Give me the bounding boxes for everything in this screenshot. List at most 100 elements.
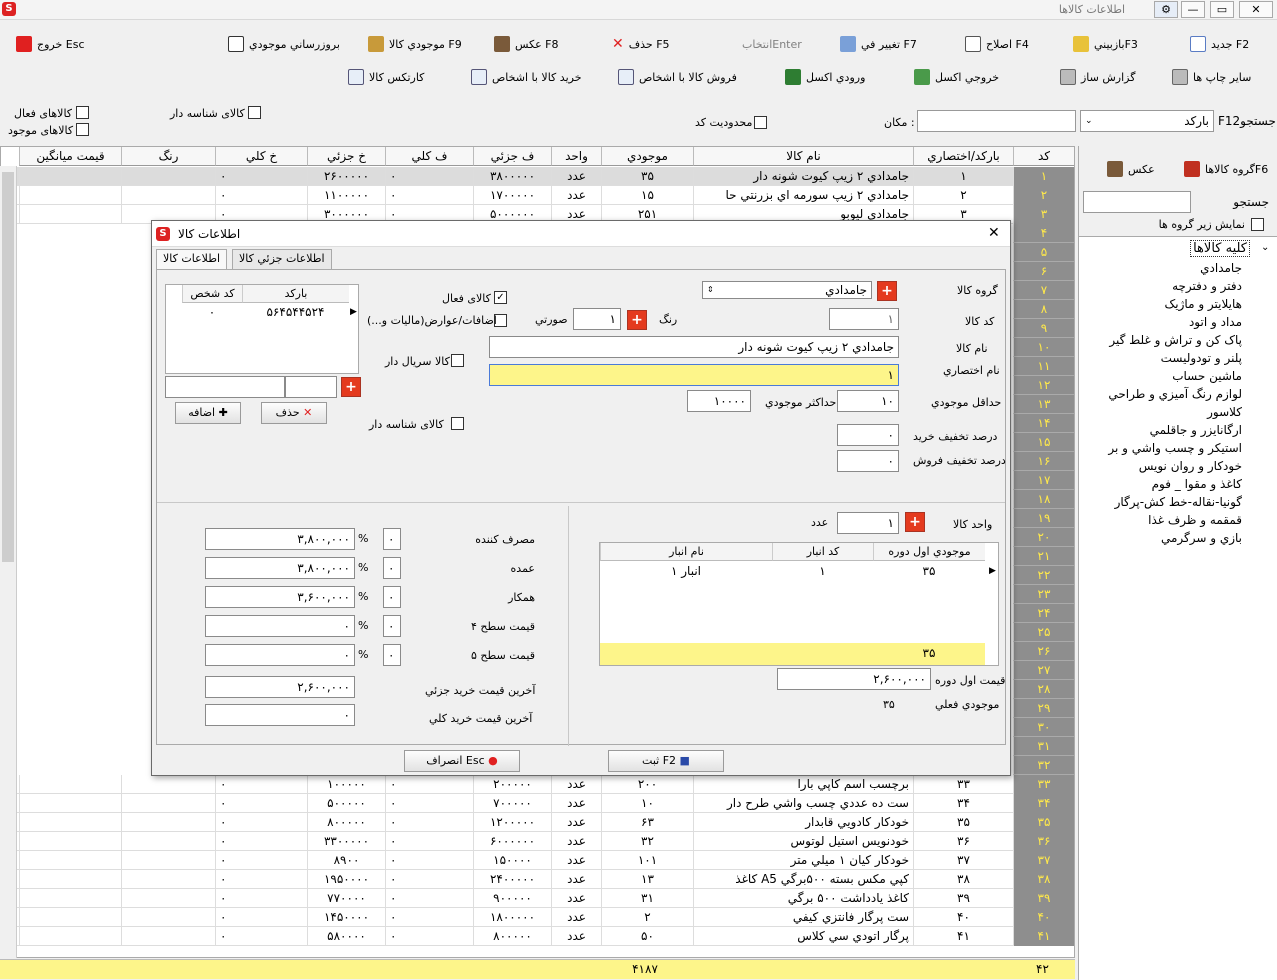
cell-color[interactable] [121,889,215,908]
tree-item[interactable]: ماشين حساب [1172,369,1242,383]
cell-avg[interactable] [19,205,121,224]
cell-unit[interactable]: عدد [551,167,601,186]
cell-kod[interactable]: ۲۸ [1013,680,1074,699]
cell-kod[interactable]: ۴۰ [1013,908,1074,927]
cell-kk[interactable]: ۰ [215,813,307,832]
cell-stock[interactable]: ۳۲ [601,832,693,851]
price-value-input[interactable]: ۳,۶۰۰,۰۰۰ [205,586,355,608]
stock-button[interactable]: موجودي كالا F9 [368,33,462,55]
cell-fj[interactable]: ۸۰۰۰۰۰ [473,927,551,946]
delete-button[interactable]: ✕ حذف F5 [612,33,670,55]
cell-name[interactable]: خودكار كادويي قابدار [693,813,913,832]
price-percent-input[interactable]: ۰ [383,528,401,550]
add-color-button[interactable]: + [627,310,647,330]
cell-kj[interactable]: ۱۹۵۰۰۰۰ [307,870,385,889]
tree-item[interactable]: ارگانايزر و جاقلمي [1150,423,1242,437]
expand-icon[interactable]: ⌄ [1261,242,1269,253]
cell-kod[interactable]: ۱۵ [1013,433,1074,452]
cell-avg[interactable] [19,927,121,946]
code-input[interactable]: ۱ [829,308,899,330]
cell-kod[interactable]: ۵ [1013,243,1074,262]
cardex-button[interactable]: كارتكس كالا [348,66,424,88]
sell-discount-input[interactable]: ۰ [837,450,899,472]
cell-barcode[interactable]: ۴۰ [913,908,1013,927]
cell-barcode[interactable]: ۳۹ [913,889,1013,908]
photo-button[interactable]: عكس F8 [494,33,559,55]
cell-unit[interactable]: عدد [551,813,601,832]
cell-kod[interactable]: ۳۲ [1013,756,1074,775]
cell-kod[interactable]: ۱۶ [1013,452,1074,471]
table-row[interactable]: ۳۸ ۳۸ كاغذ A5 كپي مكس بسته ۵۰۰برگي ۱۳ عدد ۲۴۰… [1,870,1074,889]
cell-barcode[interactable]: ۳۴ [913,794,1013,813]
cancel-button[interactable]: انصراف Esc ● [404,750,520,772]
cell-unit[interactable]: عدد [551,908,601,927]
cell-fj[interactable]: ۲۰۰۰۰۰ [473,775,551,794]
cell-avg[interactable] [19,813,121,832]
tab-goods-details[interactable]: اطلاعات جزئي كالا [232,249,332,269]
table-row[interactable]: ۴۱ ۴۱ پرگار اتودي سي كلاس ۵۰ عدد ۸۰۰۰۰۰ ۰ ۵۸۰۰۰… [1,927,1074,946]
cell-fk[interactable]: ۰ [385,870,473,889]
price-percent-input[interactable]: ۰ [383,644,401,666]
cell-kod[interactable]: ۷ [1013,281,1074,300]
cell-kod[interactable]: ۱۷ [1013,471,1074,490]
cell-fk[interactable]: ۰ [385,908,473,927]
cell-barcode[interactable]: ۳۶ [913,832,1013,851]
cell-unit[interactable]: عدد [551,851,601,870]
search-by-select[interactable]: ⌄ باركد [1080,110,1214,132]
cell-fj[interactable]: ۱۵۰۰۰۰ [473,851,551,870]
scrollbar-thumb[interactable] [2,172,14,562]
cell-kod[interactable]: ۳۱ [1013,737,1074,756]
add-group-button[interactable]: + [877,281,897,301]
price-value-input[interactable]: ۳,۸۰۰,۰۰۰ [205,557,355,579]
cell-color[interactable] [121,813,215,832]
cell-kod[interactable]: ۱۱ [1013,357,1074,376]
table-row[interactable]: ۳۴ ۳۴ ست ده عددي چسب واشي طرح دار ۱۰ عدد ۷۰۰۰… [1,794,1074,813]
warehouse-grid[interactable]: موجودي اول دوره كد انبار نام انبار ▶ ۳۵ … [599,542,999,666]
excel-import-button[interactable]: ورودي اكسل [785,66,865,88]
tree-item[interactable]: پلنر و تودوليست [1161,351,1242,365]
price-percent-input[interactable]: ۰ [383,615,401,637]
cell-name[interactable]: خودكار كيان ۱ ميلي متر [693,851,913,870]
cell-kj[interactable]: ۷۷۰۰۰۰ [307,889,385,908]
table-row[interactable]: ۳۳ ۳۳ برچسب اسم كاپي بارا ۲۰۰ عدد ۲۰۰۰۰۰ ۰ ۱۰۰۰… [1,775,1074,794]
wh-name-cell[interactable]: انبار ۱ [600,563,772,581]
cell-kj[interactable]: ۵۰۰۰۰۰ [307,794,385,813]
barcode-person-input[interactable] [285,376,337,398]
sales-by-person-button[interactable]: فروش كالا با اشخاص [618,66,737,88]
cell-name[interactable]: پرگار اتودي سي كلاس [693,927,913,946]
color-code-input[interactable]: ۱ [573,308,621,330]
cell-stock[interactable]: ۲۰۰ [601,775,693,794]
delete-barcode-button[interactable]: حذف ✕ [261,402,327,424]
limit-code-checkbox[interactable] [754,116,767,129]
cell-stock[interactable]: ۱۵ [601,186,693,205]
active-checkbox[interactable]: ✓ [494,291,507,304]
cell-kj[interactable]: ۳۳۰۰۰۰۰ [307,832,385,851]
col-header-1[interactable]: باركد/اختصاري [913,147,1013,166]
cell-fk[interactable]: ۰ [385,889,473,908]
active-goods-checkbox[interactable] [76,106,89,119]
cell-stock[interactable]: ۳۵ [601,167,693,186]
cell-color[interactable] [121,186,215,205]
add-barcode-text-button[interactable]: اضافه ✚ [175,402,241,424]
cell-kj[interactable]: ۵۸۰۰۰۰ [307,927,385,946]
cell-unit[interactable]: عدد [551,832,601,851]
serial-checkbox[interactable] [248,106,261,119]
cell-unit[interactable]: عدد [551,870,601,889]
cell-barcode[interactable]: ۲ [913,186,1013,205]
table-row[interactable]: ۳۷ ۳۷ خودكار كيان ۱ ميلي متر ۱۰۱ عدد ۱۵۰۰۰۰ ۰ ۸… [1,851,1074,870]
buy-discount-input[interactable]: ۰ [837,424,899,446]
cell-kod[interactable]: ۱۸ [1013,490,1074,509]
cell-kod[interactable]: ۳ [1013,205,1074,224]
grid-scrollbar[interactable] [0,166,17,958]
cell-name[interactable]: ست ده عددي چسب واشي طرح دار [693,794,913,813]
cell-kk[interactable]: ۰ [215,927,307,946]
cell-kod[interactable]: ۳۴ [1013,794,1074,813]
cell-avg[interactable] [19,186,121,205]
cell-barcode[interactable]: ۳۳ [913,775,1013,794]
table-row[interactable]: ۲ ۲ جامدادي ۲ زيپ سورمه اي بزرنتي حا ۱۵ عدد ۱… [1,186,1074,205]
select-button[interactable]: انتخابEnter [742,33,802,55]
person-cell[interactable]: ۰ [182,304,242,322]
tree-item[interactable]: قمقمه و ظرف غذا [1148,513,1242,527]
cell-barcode[interactable]: ۴۱ [913,927,1013,946]
cell-fj[interactable]: ۱۸۰۰۰۰۰ [473,908,551,927]
